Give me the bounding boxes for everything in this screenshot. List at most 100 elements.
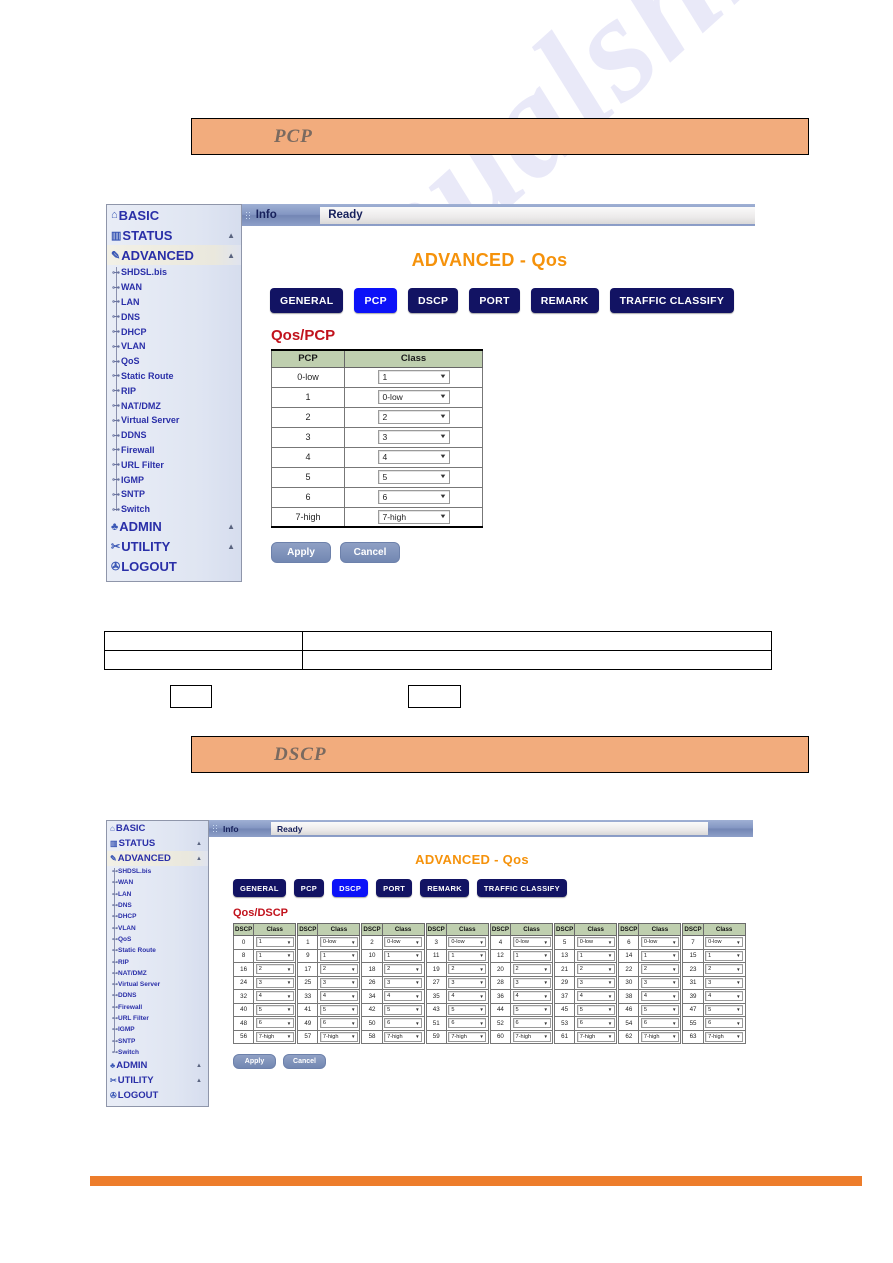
class-select[interactable]: 0-low ▼ <box>705 937 744 948</box>
tab-port[interactable]: PORT <box>469 288 520 313</box>
class-select[interactable]: 7-high ▼ <box>384 1031 423 1042</box>
class-select[interactable]: 3 ▼ <box>705 977 744 988</box>
sidebar-item-sntp[interactable]: ⊶ SNTP <box>107 487 241 502</box>
tab-general[interactable]: GENERAL <box>270 288 344 313</box>
sidebar-item-qos[interactable]: ⊶ QoS <box>107 934 208 945</box>
sidebar-item-url-filter[interactable]: ⊶ URL Filter <box>107 1013 208 1024</box>
sidebar-item-url-filter[interactable]: ⊶ URL Filter <box>107 457 241 472</box>
sidebar-item-utility[interactable]: ✂ UTILITY ▲ <box>107 1073 208 1088</box>
class-select[interactable]: 4 ▼ <box>255 991 294 1002</box>
class-select[interactable]: 5 ▼ <box>319 1004 358 1015</box>
class-select[interactable]: 6 ▼ <box>512 1018 551 1029</box>
sidebar-item-advanced[interactable]: ✎ ADVANCED ▲ <box>107 851 208 866</box>
class-select[interactable]: 1 ▼ <box>384 950 423 961</box>
class-select[interactable]: 6 ▼ <box>576 1018 615 1029</box>
class-select[interactable]: 7-high ▼ <box>255 1031 294 1042</box>
sidebar-item-nat-dmz[interactable]: ⊶ NAT/DMZ <box>107 968 208 979</box>
sidebar-item-ddns[interactable]: ⊶ DDNS <box>107 990 208 1001</box>
class-select[interactable]: 5 ▼ <box>377 470 450 484</box>
sidebar-item-shdslbis[interactable]: ⊶ SHDSL.bis <box>107 265 241 280</box>
class-select[interactable]: 6 ▼ <box>640 1018 679 1029</box>
sidebar-item-logout[interactable]: ✇ LOGOUT <box>107 557 241 577</box>
sidebar-item-utility[interactable]: ✂ UTILITY ▲ <box>107 537 241 557</box>
sidebar-item-sntp[interactable]: ⊶ SNTP <box>107 1035 208 1046</box>
sidebar-item-virtual-server[interactable]: ⊶ Virtual Server <box>107 413 241 428</box>
class-select[interactable]: 4 ▼ <box>576 991 615 1002</box>
sidebar-item-rip[interactable]: ⊶ RIP <box>107 956 208 967</box>
class-select[interactable]: 3 ▼ <box>377 430 450 444</box>
class-select[interactable]: 7-high ▼ <box>512 1031 551 1042</box>
class-select[interactable]: 3 ▼ <box>448 977 487 988</box>
class-select[interactable]: 2 ▼ <box>448 964 487 975</box>
class-select[interactable]: 2 ▼ <box>705 964 744 975</box>
apply-button[interactable]: Apply <box>233 1054 276 1069</box>
class-select[interactable]: 5 ▼ <box>640 1004 679 1015</box>
sidebar-item-basic[interactable]: ⌂ BASIC <box>107 205 241 225</box>
tab-remark[interactable]: REMARK <box>530 288 599 313</box>
sidebar-item-ddns[interactable]: ⊶ DDNS <box>107 428 241 443</box>
class-select[interactable]: 3 ▼ <box>512 977 551 988</box>
sidebar-item-qos[interactable]: ⊶ QoS <box>107 354 241 369</box>
sidebar-item-vlan[interactable]: ⊶ VLAN <box>107 922 208 933</box>
sidebar-item-lan[interactable]: ⊶ LAN <box>107 889 208 900</box>
tab-dscp[interactable]: DSCP <box>332 879 369 897</box>
class-select[interactable]: 4 ▼ <box>640 991 679 1002</box>
class-select[interactable]: 4 ▼ <box>512 991 551 1002</box>
class-select[interactable]: 2 ▼ <box>512 964 551 975</box>
class-select[interactable]: 5 ▼ <box>255 1004 294 1015</box>
class-select[interactable]: 4 ▼ <box>319 991 358 1002</box>
class-select[interactable]: 7-high ▼ <box>377 509 450 524</box>
sidebar-item-switch[interactable]: ⊶ Switch <box>107 502 241 517</box>
cancel-button[interactable]: Cancel <box>340 542 400 563</box>
sidebar-item-rip[interactable]: ⊶ RIP <box>107 383 241 398</box>
class-select[interactable]: 3 ▼ <box>319 977 358 988</box>
class-select[interactable]: 6 ▼ <box>377 490 450 504</box>
sidebar-item-dhcp[interactable]: ⊶ DHCP <box>107 911 208 922</box>
class-select[interactable]: 1 ▼ <box>512 950 551 961</box>
sidebar-item-dns[interactable]: ⊶ DNS <box>107 309 241 324</box>
sidebar-item-vlan[interactable]: ⊶ VLAN <box>107 339 241 354</box>
class-select[interactable]: 4 ▼ <box>448 991 487 1002</box>
class-select[interactable]: 5 ▼ <box>705 1004 744 1015</box>
class-select[interactable]: 1 ▼ <box>255 937 294 948</box>
tab-port[interactable]: PORT <box>376 879 413 897</box>
class-select[interactable]: 2 ▼ <box>377 410 450 424</box>
class-select[interactable]: 2 ▼ <box>384 964 423 975</box>
tab-traffic-classify[interactable]: TRAFFIC CLASSIFY <box>476 879 567 897</box>
class-select[interactable]: 0-low ▼ <box>377 390 450 404</box>
cancel-button[interactable]: Cancel <box>283 1054 326 1069</box>
sidebar-item-igmp[interactable]: ⊶ IGMP <box>107 472 241 487</box>
sidebar-item-status[interactable]: ▥ STATUS ▲ <box>107 836 208 851</box>
class-select[interactable]: 1 ▼ <box>448 950 487 961</box>
class-select[interactable]: 6 ▼ <box>255 1018 294 1029</box>
sidebar-item-static-route[interactable]: ⊶ Static Route <box>107 369 241 384</box>
sidebar-item-admin[interactable]: ♣ ADMIN ▲ <box>107 517 241 537</box>
class-select[interactable]: 5 ▼ <box>384 1004 423 1015</box>
class-select[interactable]: 2 ▼ <box>640 964 679 975</box>
sidebar-item-lan[interactable]: ⊶ LAN <box>107 295 241 310</box>
tab-dscp[interactable]: DSCP <box>407 288 459 313</box>
class-select[interactable]: 7-high ▼ <box>448 1031 487 1042</box>
sidebar-item-igmp[interactable]: ⊶ IGMP <box>107 1024 208 1035</box>
tab-pcp[interactable]: PCP <box>293 879 325 897</box>
class-select[interactable]: 2 ▼ <box>576 964 615 975</box>
class-select[interactable]: 4 ▼ <box>705 991 744 1002</box>
class-select[interactable]: 0-low ▼ <box>448 937 487 948</box>
class-select[interactable]: 0-low ▼ <box>319 937 358 948</box>
class-select[interactable]: 6 ▼ <box>384 1018 423 1029</box>
class-select[interactable]: 7-high ▼ <box>705 1031 744 1042</box>
class-select[interactable]: 0-low ▼ <box>512 937 551 948</box>
sidebar-item-status[interactable]: ▥ STATUS ▲ <box>107 225 241 245</box>
sidebar-item-wan[interactable]: ⊶ WAN <box>107 877 208 888</box>
class-select[interactable]: 3 ▼ <box>384 977 423 988</box>
sidebar-item-dns[interactable]: ⊶ DNS <box>107 900 208 911</box>
class-select[interactable]: 1 ▼ <box>319 950 358 961</box>
tab-general[interactable]: GENERAL <box>233 879 286 897</box>
sidebar-item-nat-dmz[interactable]: ⊶ NAT/DMZ <box>107 398 241 413</box>
class-select[interactable]: 1 ▼ <box>576 950 615 961</box>
sidebar-item-firewall[interactable]: ⊶ Firewall <box>107 443 241 458</box>
class-select[interactable]: 5 ▼ <box>448 1004 487 1015</box>
class-select[interactable]: 3 ▼ <box>576 977 615 988</box>
class-select[interactable]: 6 ▼ <box>448 1018 487 1029</box>
class-select[interactable]: 2 ▼ <box>255 964 294 975</box>
